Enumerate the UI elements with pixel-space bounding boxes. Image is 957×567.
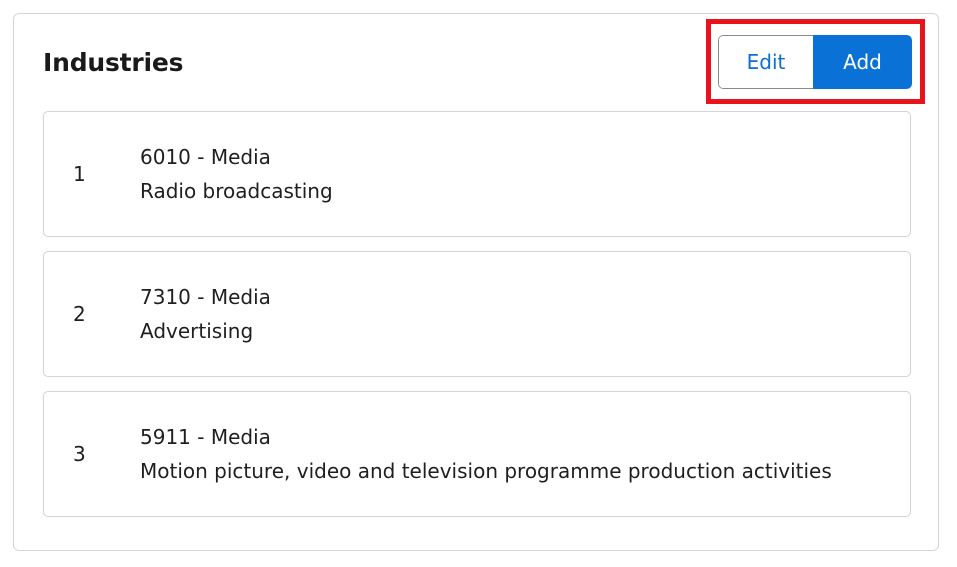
industry-description: Radio broadcasting <box>140 179 333 203</box>
industry-item[interactable]: 2 7310 - Media Advertising <box>43 251 911 377</box>
industry-code: 6010 - Media <box>140 145 271 169</box>
industry-list: 1 6010 - Media Radio broadcasting 2 7310… <box>43 111 911 531</box>
industries-panel: Industries Edit Add 1 6010 - Media Radio… <box>13 13 939 551</box>
industry-item[interactable]: 1 6010 - Media Radio broadcasting <box>43 111 911 237</box>
action-button-group: Edit Add <box>718 35 912 89</box>
industry-item[interactable]: 3 5911 - Media Motion picture, video and… <box>43 391 911 517</box>
edit-button[interactable]: Edit <box>718 35 813 89</box>
industry-index: 2 <box>73 302 86 326</box>
industry-code: 7310 - Media <box>140 285 271 309</box>
industry-index: 3 <box>73 442 86 466</box>
industry-index: 1 <box>73 162 86 186</box>
panel-title: Industries <box>43 48 184 77</box>
industry-code: 5911 - Media <box>140 425 271 449</box>
add-button[interactable]: Add <box>813 35 912 89</box>
industry-description: Motion picture, video and television pro… <box>140 459 832 483</box>
industry-description: Advertising <box>140 319 254 343</box>
